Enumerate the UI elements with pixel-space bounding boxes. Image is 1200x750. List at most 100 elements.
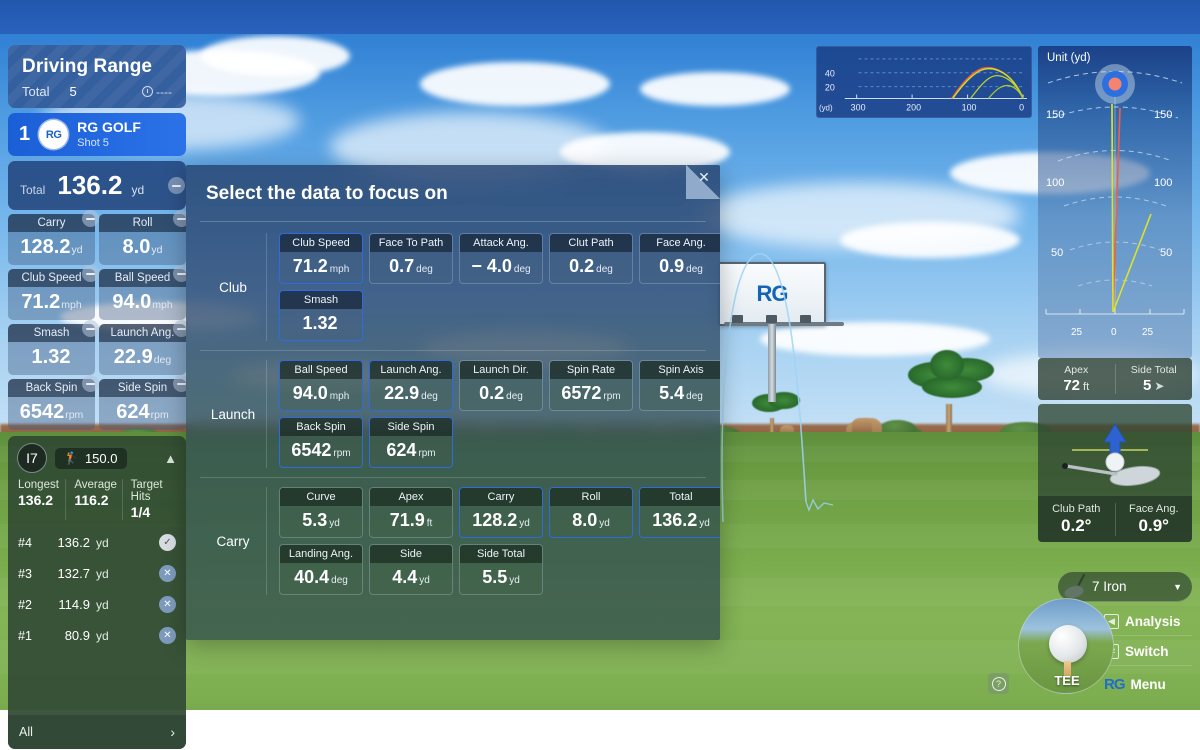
remove-stat-button[interactable] [82,375,99,392]
menu-button[interactable]: RG Menu [1104,670,1192,698]
switch-button[interactable]: ⇄ Switch [1104,638,1192,666]
tile-label: Club Speed [280,234,362,252]
tile-label: Launch Ang. [370,361,452,379]
list-item[interactable]: #4 136.2 yd ✓ [8,527,186,558]
apex-metric: Apex 72 ft [1038,364,1115,394]
tile-unit: yd [419,575,430,586]
tile-value: 5.3 [302,510,327,531]
tile-side-total[interactable]: Side Total 5.5yd [459,544,543,595]
target-distance-pill[interactable]: 🏌 150.0 [55,448,127,469]
remove-stat-button[interactable] [82,320,99,337]
section-launch: Launch Ball Speed 94.0mph Launch Ang. 22… [200,350,706,477]
tile-side[interactable]: Side 4.4yd [369,544,453,595]
analysis-label: Analysis [1125,614,1181,629]
summary-label: Longest [18,479,65,491]
tile-value: 624 [386,440,416,461]
tile-label: Clut Path [550,234,632,252]
tile-apex[interactable]: Apex 71.9ft [369,487,453,538]
header-meta-row: Total 5 ---- [22,84,172,99]
tile-label: Ball Speed [280,361,362,379]
stat-cell-smash[interactable]: Smash 1.32 [8,324,95,375]
remove-stat-button[interactable] [82,265,99,282]
chevron-down-icon: ▼ [1173,582,1182,592]
shot-index: #2 [18,598,46,612]
summary-value: 1/4 [131,504,178,520]
tile-carry[interactable]: Carry 128.2yd [459,487,543,538]
total-value: 136.2 [57,170,122,201]
header-total-label: Total [22,84,49,99]
app-screen: RG Driving Range Total 5 ---- [0,0,1200,750]
tile-smash[interactable]: Smash 1.32 [279,290,363,341]
tile-attack-angle[interactable]: Attack Ang. − 4.0deg [459,233,543,284]
shot-value: 114.9 [46,597,90,612]
tile-label: Carry [460,488,542,506]
apex-label: Apex [1038,364,1115,376]
list-item[interactable]: #1 80.9 yd ✕ [8,620,186,651]
tile-face-to-path[interactable]: Face To Path 0.7deg [369,233,453,284]
club-selector[interactable]: 7 Iron ▼ [1058,572,1192,602]
tile-launch-direction[interactable]: Launch Dir. 0.2deg [459,360,543,411]
tile-label: Attack Ang. [460,234,542,252]
club-badge[interactable]: I7 [17,443,47,473]
remove-stat-button[interactable] [82,210,99,227]
cloud [200,36,350,76]
tile-row: Landing Ang. 40.4deg Side 4.4yd Side Tot… [279,544,720,595]
list-item[interactable]: #3 132.7 yd ✕ [8,558,186,589]
club-path-label: Club Path [1038,503,1115,515]
tile-total[interactable]: Total 136.2yd [639,487,720,538]
stat-cell-ball-speed[interactable]: Ball Speed 94.0mph [99,269,186,320]
list-item[interactable]: #2 114.9 yd ✕ [8,589,186,620]
all-shots-button[interactable]: All › [8,715,186,749]
club-path-svg [1038,404,1192,496]
tile-label: Side [370,545,452,563]
timer-display: ---- [142,85,172,99]
tile-value: 5.4 [659,383,684,404]
tile-spin-axis[interactable]: Spin Axis 5.4deg [639,360,720,411]
club-history-card: I7 🏌 150.0 ▲ Longest 136.2 Average 116.2… [8,436,186,749]
analysis-button[interactable]: ◀ Analysis [1104,608,1192,636]
tile-value: 0.2 [569,256,594,277]
tile-roll[interactable]: Roll 8.0yd [549,487,633,538]
dispersion-right-100: 100 [1154,177,1172,189]
trajectory-xtick-300: 300 [851,102,866,112]
section-tiles: Club Speed 71.2mph Face To Path 0.7deg A… [266,233,720,341]
player-info: RG GOLF Shot 5 [77,120,141,148]
tile-back-spin[interactable]: Back Spin 6542rpm [279,417,363,468]
trajectory-profile-chart[interactable]: 40 20 (yd) 300 200 100 0 [816,46,1032,118]
tile-side-spin[interactable]: Side Spin 624rpm [369,417,453,468]
tile-value: 4.4 [392,567,417,588]
tile-spin-rate[interactable]: Spin Rate 6572rpm [549,360,633,411]
tile-club-path[interactable]: Clut Path 0.2deg [549,233,633,284]
player-card[interactable]: 1 RG RG GOLF Shot 5 [8,113,186,156]
tile-face-angle[interactable]: Face Ang. 0.9deg [639,233,720,284]
section-tiles: Curve 5.3yd Apex 71.9ft Carry 128.2yd [266,487,720,595]
dispersion-radar[interactable]: Unit (yd) 150 [1038,46,1192,358]
stat-cell-back-spin[interactable]: Back Spin 6542rpm [8,379,95,430]
shot-index: #3 [18,567,46,581]
dispersion-line-current [1113,108,1120,312]
tee-preview[interactable]: TEE [1018,598,1114,694]
club-summary-row: Longest 136.2 Average 116.2 Target Hits … [8,477,186,527]
tile-curve[interactable]: Curve 5.3yd [279,487,363,538]
tile-ball-speed[interactable]: Ball Speed 94.0mph [279,360,363,411]
tile-label: Landing Ang. [280,545,362,563]
chevron-up-icon[interactable]: ▲ [164,451,177,466]
stat-cell-side-spin[interactable]: Side Spin 624rpm [99,379,186,430]
tile-landing-angle[interactable]: Landing Ang. 40.4deg [279,544,363,595]
stat-cell-carry[interactable]: Carry 128.2yd [8,214,95,265]
summary-average: Average 116.2 [65,479,121,520]
help-button[interactable]: ? [988,673,1009,694]
remove-total-button[interactable] [168,177,185,194]
tile-club-speed[interactable]: Club Speed 71.2mph [279,233,363,284]
stat-cell-club-speed[interactable]: Club Speed 71.2mph [8,269,95,320]
stat-cell-launch-angle[interactable]: Launch Ang. 22.9deg [99,324,186,375]
stat-unit: rpm [151,409,169,421]
tile-label: Spin Rate [550,361,632,379]
target-distance-value: 150.0 [85,451,118,466]
face-angle-label: Face Ang. [1116,503,1193,515]
tile-launch-angle[interactable]: Launch Ang. 22.9deg [369,360,453,411]
tile-unit: yd [599,518,610,529]
page-title: Driving Range [22,56,172,78]
stat-cell-roll[interactable]: Roll 8.0yd [99,214,186,265]
tile-label: Face To Path [370,234,452,252]
